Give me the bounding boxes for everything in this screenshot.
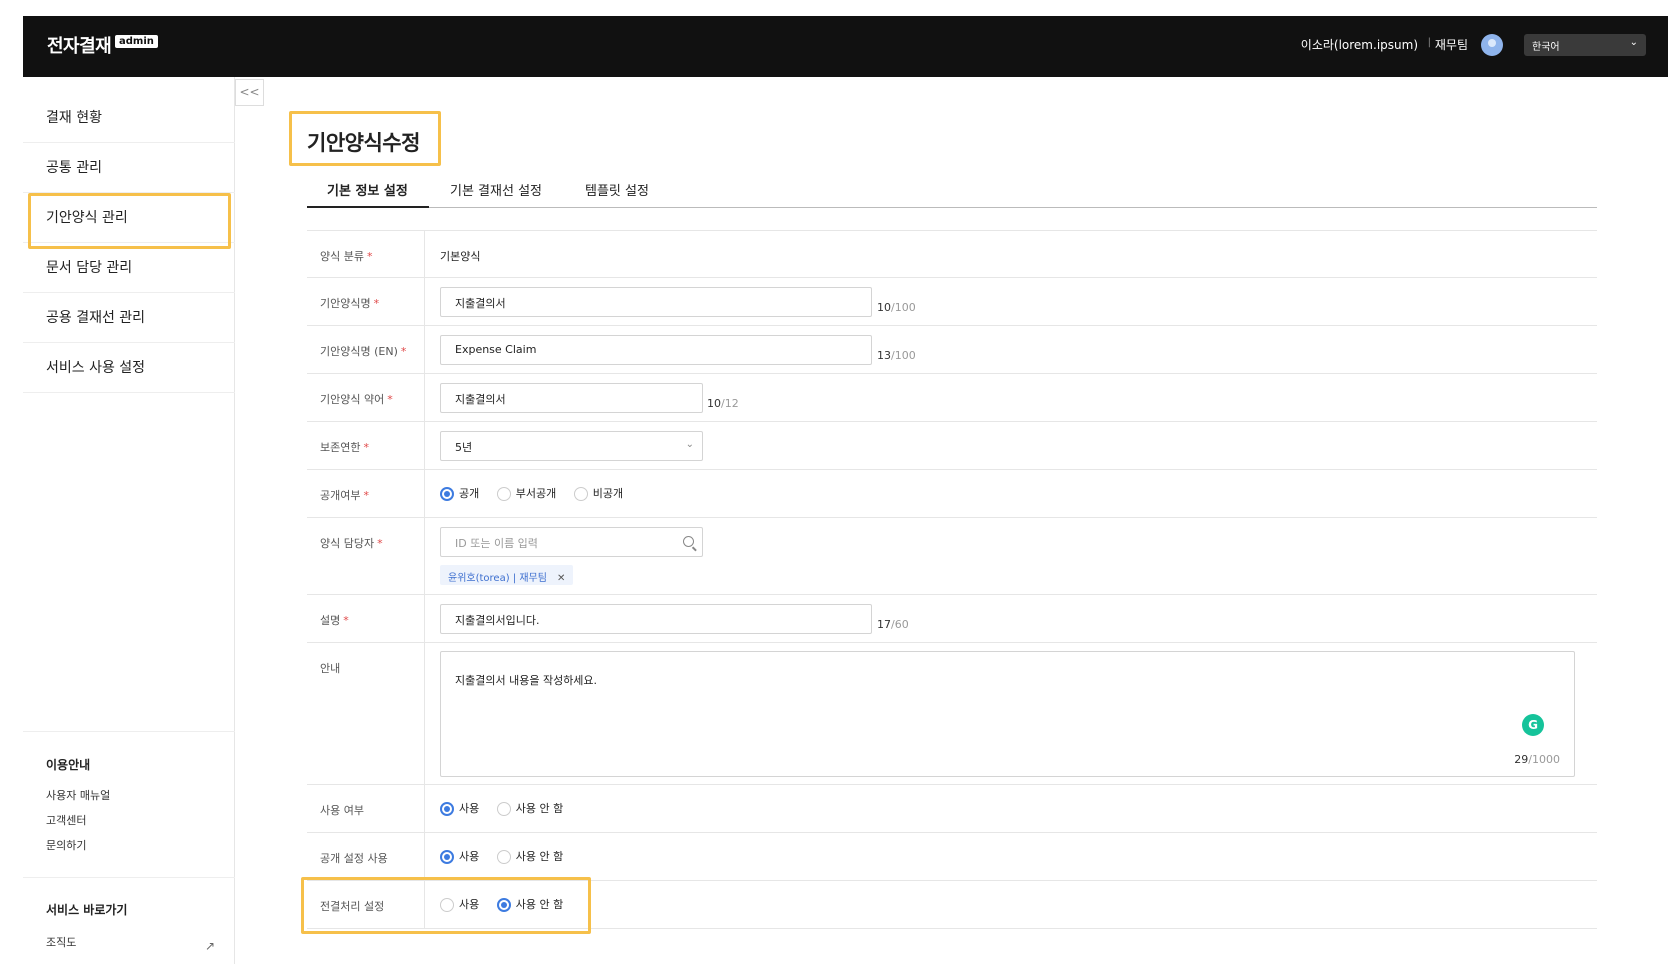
row-visibility: 공개여부 * 공개 부서공개 비공개 (307, 470, 1597, 518)
radio-private[interactable]: 비공개 (573, 487, 623, 501)
tab-template[interactable]: 템플릿 설정 (585, 178, 649, 208)
retention-select[interactable]: 5년 ⌄ (440, 431, 703, 461)
row-name-en: 기안양식명 (EN) * Expense Claim 13/100 (307, 326, 1597, 374)
user-name: 이소라(lorem.ipsum) (1300, 38, 1418, 52)
row-name: 기안양식명 * 지출결의서 10/100 (307, 278, 1597, 326)
row-manager: 양식 담당자 * ID 또는 이름 입력 윤위호(torea) | 재무팀 ✕ (307, 518, 1597, 595)
row-abbr: 기안양식 약어 * 지출결의서 10/12 (307, 374, 1597, 422)
row-prior-approval: 전결처리 설정 사용 사용 안 함 (307, 881, 1597, 929)
public-setting-radio-group: 사용 사용 안 함 (440, 850, 577, 864)
shortcuts-title: 서비스 바로가기 (46, 903, 128, 917)
row-guide: 안내 지출결의서 내용을 작성하세요. G 29/1000 (307, 643, 1597, 785)
manager-chip: 윤위호(torea) | 재무팀 ✕ (440, 565, 574, 585)
external-link-icon[interactable]: ↗ (205, 939, 215, 953)
help-link-manual[interactable]: 사용자 매뉴얼 (46, 787, 110, 803)
help-link-inquiry[interactable]: 문의하기 (46, 837, 86, 853)
radio-use-yes[interactable]: 사용 (440, 802, 479, 816)
sidebar-item-label: 공통 관리 (46, 160, 102, 176)
avatar[interactable] (1481, 34, 1503, 56)
help-link-support[interactable]: 고객센터 (46, 812, 86, 828)
manager-search-input[interactable]: ID 또는 이름 입력 (440, 527, 703, 557)
page-title: 기안양식수정 (307, 131, 420, 155)
row-retention: 보존연한 * 5년 ⌄ (307, 422, 1597, 470)
language-value: 한국어 (1532, 42, 1560, 53)
visibility-radio-group: 공개 부서공개 비공개 (440, 487, 637, 501)
field-label: 보존연한 * (320, 441, 369, 454)
field-label: 기안양식명 (EN) * (320, 345, 407, 358)
radio-prior-yes[interactable]: 사용 (440, 898, 479, 912)
sidebar-item-forms[interactable]: 기안양식 관리 (23, 193, 235, 243)
guide-text: 지출결의서 내용을 작성하세요. (455, 674, 598, 687)
sidebar-item-label: 문서 담당 관리 (46, 260, 133, 276)
sidebar-item-label: 결재 현황 (46, 110, 102, 126)
use-radio-group: 사용 사용 안 함 (440, 802, 577, 816)
field-label: 공개 설정 사용 (320, 852, 388, 865)
sidebar-item-service-settings[interactable]: 서비스 사용 설정 (23, 343, 235, 393)
language-select[interactable]: 한국어 ⌄ (1524, 34, 1646, 56)
guide-textarea[interactable]: 지출결의서 내용을 작성하세요. G 29/1000 (440, 651, 1575, 777)
admin-badge: admin (115, 35, 158, 48)
char-counter: 17/60 (877, 618, 909, 631)
category-value: 기본양식 (440, 250, 481, 263)
top-bar: 전자결재 admin 이소라(lorem.ipsum) | 재무팀 한국어 ⌄ (23, 16, 1668, 77)
shortcut-link-org[interactable]: 조직도 (46, 934, 76, 950)
char-counter: 13/100 (877, 349, 916, 362)
prior-approval-radio-group: 사용 사용 안 함 (440, 898, 577, 912)
sidebar-item-doc-manager[interactable]: 문서 담당 관리 (23, 243, 235, 293)
sidebar-item-common[interactable]: 공통 관리 (23, 143, 235, 193)
char-counter: 10/100 (877, 301, 916, 314)
field-label: 사용 여부 (320, 804, 364, 817)
row-use: 사용 여부 사용 사용 안 함 (307, 785, 1597, 833)
form-name-input[interactable]: 지출결의서 (440, 287, 872, 317)
char-counter: 29/1000 (1514, 753, 1560, 766)
radio-prior-no[interactable]: 사용 안 함 (496, 898, 563, 912)
sidebar-item-label: 공용 결재선 관리 (46, 310, 146, 326)
sidebar-item-label: 서비스 사용 설정 (46, 360, 146, 376)
field-label: 설명 * (320, 614, 349, 627)
help-title: 이용안내 (46, 758, 91, 772)
sidebar: 결재 현황 공통 관리 기안양식 관리 문서 담당 관리 공용 결재선 관리 서… (23, 77, 235, 964)
sidebar-divider (23, 877, 235, 878)
tab-approval-line[interactable]: 기본 결재선 설정 (450, 178, 542, 208)
user-team: 재무팀 (1434, 38, 1468, 52)
radio-public-no[interactable]: 사용 안 함 (496, 850, 563, 864)
sidebar-divider (23, 731, 235, 732)
sidebar-item-approval-status[interactable]: 결재 현황 (23, 93, 235, 143)
user-separator: | (1427, 37, 1431, 48)
grammarly-icon[interactable]: G (1522, 714, 1544, 736)
char-counter: 10/12 (707, 397, 739, 410)
field-label: 공개여부 * (320, 489, 369, 502)
field-label: 양식 분류 * (320, 250, 373, 263)
row-description: 설명 * 지출결의서입니다. 17/60 (307, 595, 1597, 643)
field-label: 전결처리 설정 (320, 900, 385, 913)
radio-use-no[interactable]: 사용 안 함 (496, 802, 563, 816)
field-label: 기안양식 약어 * (320, 393, 393, 406)
radio-public-yes[interactable]: 사용 (440, 850, 479, 864)
manager-chip-label: 윤위호(torea) | 재무팀 (448, 573, 547, 584)
close-icon[interactable]: ✕ (557, 573, 565, 584)
chevron-down-icon: ⌄ (685, 439, 694, 450)
field-label: 안내 (320, 662, 341, 675)
tab-basic-info[interactable]: 기본 정보 설정 (307, 178, 429, 208)
chevron-down-icon: ⌄ (1629, 37, 1638, 48)
radio-public[interactable]: 공개 (440, 487, 479, 501)
sidebar-collapse-button[interactable]: << (235, 79, 264, 106)
form-abbr-input[interactable]: 지출결의서 (440, 383, 703, 413)
brand-title[interactable]: 전자결재 (47, 32, 112, 58)
radio-department[interactable]: 부서공개 (496, 487, 556, 501)
search-icon[interactable] (683, 536, 694, 547)
row-category: 양식 분류 * 기본양식 (307, 230, 1597, 278)
retention-value: 5년 (455, 441, 473, 454)
row-public-setting: 공개 설정 사용 사용 사용 안 함 (307, 833, 1597, 881)
field-label: 양식 담당자 * (320, 537, 383, 550)
manager-search-placeholder: ID 또는 이름 입력 (455, 537, 538, 550)
sidebar-item-label: 기안양식 관리 (46, 210, 128, 226)
description-input[interactable]: 지출결의서입니다. (440, 604, 872, 634)
sidebar-item-shared-line[interactable]: 공용 결재선 관리 (23, 293, 235, 343)
form-name-en-input[interactable]: Expense Claim (440, 335, 872, 365)
field-label: 기안양식명 * (320, 297, 380, 310)
tab-bar: 기본 정보 설정 기본 결재선 설정 템플릿 설정 (307, 178, 1597, 208)
